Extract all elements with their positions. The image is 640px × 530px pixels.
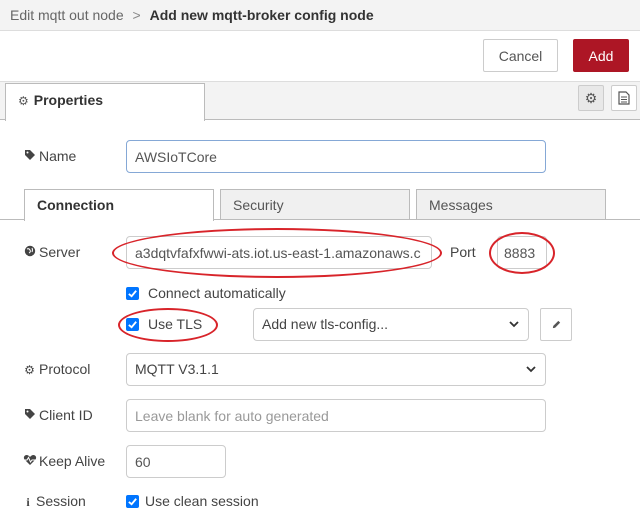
chevron-down-icon — [526, 366, 536, 373]
port-input[interactable] — [497, 236, 547, 269]
pencil-icon — [552, 320, 560, 329]
tls-config-value: Add new tls-config... — [262, 316, 389, 332]
keep-alive-label-text: Keep Alive — [39, 453, 106, 469]
cancel-button[interactable]: Cancel — [483, 39, 558, 72]
add-button[interactable]: Add — [573, 39, 629, 72]
tab-properties[interactable]: ⚙ Properties — [5, 83, 205, 121]
use-tls-label: Use TLS — [148, 316, 203, 332]
description-tab-button[interactable] — [611, 85, 637, 111]
edit-tls-config-button[interactable] — [540, 308, 572, 341]
server-label: Server — [22, 244, 80, 260]
protocol-value: MQTT V3.1.1 — [135, 361, 219, 377]
breadcrumb: Edit mqtt out node > Add new mqtt-broker… — [0, 0, 640, 31]
clean-session-label: Use clean session — [145, 493, 259, 509]
connect-automatically-label: Connect automatically — [148, 285, 286, 301]
client-id-label: Client ID — [22, 407, 93, 423]
tag-icon — [22, 149, 37, 164]
protocol-label-text: Protocol — [39, 361, 91, 377]
subtab-messages[interactable]: Messages — [416, 189, 606, 220]
page-title: Add new mqtt-broker config node — [149, 7, 374, 23]
document-icon — [618, 91, 630, 105]
name-label: Name — [22, 148, 76, 164]
connect-automatically-checkbox[interactable] — [126, 287, 139, 300]
globe-icon — [22, 245, 37, 260]
subtab-security[interactable]: Security — [220, 189, 410, 220]
subtab-divider — [214, 219, 640, 220]
protocol-select[interactable]: MQTT V3.1.1 — [126, 353, 546, 386]
settings-tab-button[interactable]: ⚙ — [578, 85, 604, 111]
use-tls-checkbox[interactable] — [126, 318, 139, 331]
port-label: Port — [450, 244, 476, 260]
tab-properties-label: Properties — [33, 92, 104, 108]
subtab-divider-left — [0, 219, 24, 220]
client-id-input[interactable] — [126, 399, 546, 432]
name-input[interactable] — [126, 140, 546, 173]
session-label-text: Session — [36, 493, 86, 509]
chevron-down-icon — [509, 321, 519, 328]
gear-icon: ⚙ — [584, 89, 598, 106]
client-id-label-text: Client ID — [39, 407, 93, 423]
protocol-label: ⚙ Protocol — [22, 361, 90, 377]
server-label-text: Server — [39, 244, 81, 260]
tls-config-select[interactable]: Add new tls-config... — [253, 308, 529, 341]
clean-session-checkbox[interactable] — [126, 495, 139, 508]
info-icon: i — [26, 495, 30, 509]
keep-alive-label: Keep Alive — [22, 453, 105, 469]
keep-alive-input[interactable] — [126, 445, 226, 478]
session-label: i Session — [22, 493, 86, 510]
tag-icon — [22, 408, 37, 423]
heartbeat-icon — [22, 454, 37, 469]
server-input[interactable] — [126, 236, 432, 269]
gear-icon: ⚙ — [24, 363, 35, 377]
breadcrumb-separator: > — [132, 7, 141, 23]
gear-icon: ⚙ — [18, 94, 29, 108]
breadcrumb-prev[interactable]: Edit mqtt out node — [10, 7, 124, 23]
subtab-connection[interactable]: Connection — [24, 189, 214, 221]
name-label-text: Name — [39, 148, 77, 164]
